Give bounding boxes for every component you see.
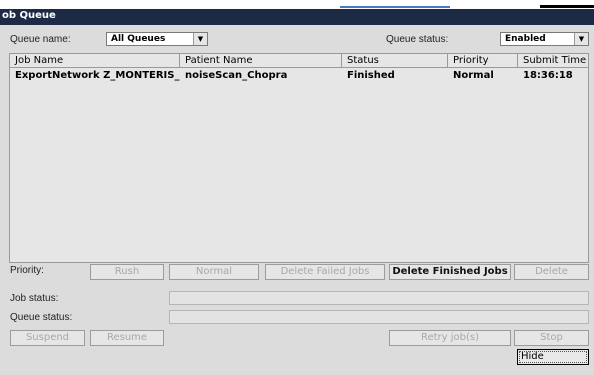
- top-dark-bar: [540, 5, 594, 8]
- queue-name-value: All Queues: [111, 34, 166, 44]
- column-header-priority[interactable]: Priority: [448, 54, 518, 68]
- delete-failed-jobs-button[interactable]: Delete Failed Jobs: [265, 264, 385, 280]
- chevron-down-icon[interactable]: ▼: [193, 33, 207, 45]
- cell-submit-time: 18:36:18: [523, 70, 573, 81]
- column-header-job-name[interactable]: Job Name: [10, 54, 180, 68]
- normal-button[interactable]: Normal: [169, 264, 259, 280]
- stop-button[interactable]: Stop: [514, 330, 589, 346]
- job-queue-window: ob Queue Queue name: All Queues ▼ Queue …: [0, 9, 594, 375]
- title-bar: ob Queue: [0, 9, 594, 25]
- delete-finished-jobs-button[interactable]: Delete Finished Jobs: [389, 264, 511, 280]
- delete-button[interactable]: Delete: [514, 264, 589, 280]
- queue-status-field: [169, 310, 589, 324]
- table-header: Job Name Patient Name Status Priority Su…: [10, 54, 588, 68]
- cell-patient-name: noiseScan_Chopra: [185, 70, 288, 81]
- job-status-field: [169, 291, 589, 305]
- queue-status-select[interactable]: Enabled ▼: [500, 32, 589, 46]
- priority-label: Priority:: [10, 265, 44, 276]
- hide-button[interactable]: Hide: [517, 349, 589, 365]
- job-status-label: Job status:: [10, 293, 59, 304]
- column-header-submit-time[interactable]: Submit Time: [518, 54, 588, 68]
- window-title: ob Queue: [2, 10, 56, 21]
- chevron-down-icon[interactable]: ▼: [574, 33, 588, 45]
- queue-status-field-label: Queue status:: [10, 312, 73, 323]
- queue-name-label: Queue name:: [10, 34, 71, 45]
- cell-status: Finished: [347, 70, 395, 81]
- job-table[interactable]: Job Name Patient Name Status Priority Su…: [9, 53, 589, 263]
- rush-button[interactable]: Rush: [90, 264, 164, 280]
- retry-jobs-button[interactable]: Retry job(s): [389, 330, 511, 346]
- cell-priority: Normal: [453, 70, 494, 81]
- top-strip: [0, 0, 594, 9]
- column-header-status[interactable]: Status: [342, 54, 448, 68]
- cell-job-name: ExportNetwork Z_MONTERIS_RTT: [15, 70, 180, 81]
- table-row[interactable]: ExportNetwork Z_MONTERIS_RTT noiseScan_C…: [10, 69, 588, 83]
- queue-status-value: Enabled: [505, 34, 546, 44]
- top-accent-bar: [340, 6, 450, 8]
- focus-ring: [519, 351, 587, 363]
- queue-name-select[interactable]: All Queues ▼: [106, 32, 208, 46]
- queue-status-label: Queue status:: [386, 34, 449, 45]
- resume-button[interactable]: Resume: [90, 330, 164, 346]
- column-header-patient-name[interactable]: Patient Name: [180, 54, 342, 68]
- suspend-button[interactable]: Suspend: [10, 330, 85, 346]
